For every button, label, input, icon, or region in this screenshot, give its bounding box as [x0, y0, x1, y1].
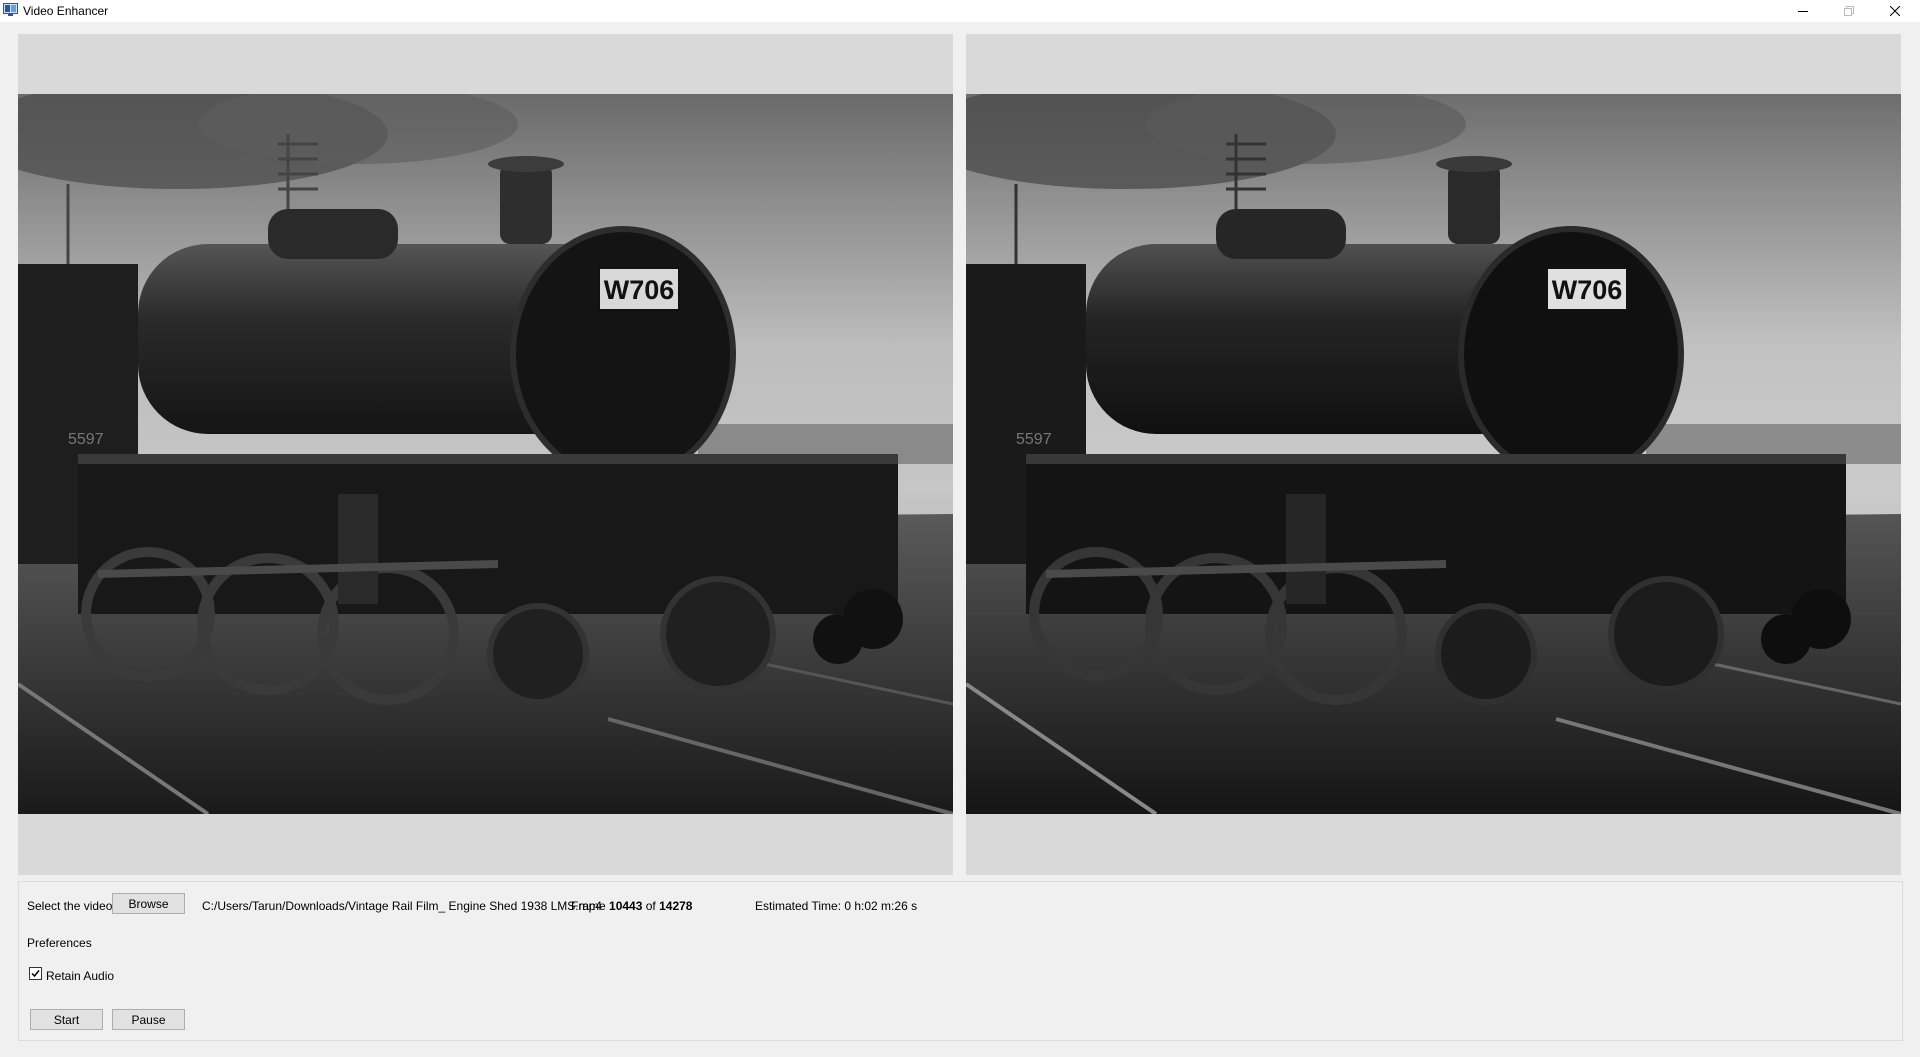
number-plate: W706 [1552, 275, 1623, 305]
app-icon [3, 3, 18, 16]
file-path: C:/Users/Tarun/Downloads/Vintage Rail Fi… [202, 899, 602, 913]
controls-panel: Select the video Browse C:/Users/Tarun/D… [18, 881, 1903, 1041]
number-plate: W706 [604, 275, 675, 305]
minimize-icon [1798, 11, 1808, 12]
original-video-panel: W706 5597 [18, 34, 953, 875]
frame-of: of [645, 899, 656, 913]
preferences-label: Preferences [27, 936, 92, 950]
window-title: Video Enhancer [23, 4, 109, 18]
frame-total: 14278 [659, 899, 693, 913]
retain-audio-checkbox[interactable] [29, 967, 42, 980]
minimize-button[interactable] [1780, 0, 1826, 22]
frame-prefix: Frame [571, 899, 606, 913]
retain-audio-label[interactable]: Retain Audio [46, 969, 114, 983]
browse-button[interactable]: Browse [112, 893, 185, 914]
start-button[interactable]: Start [30, 1009, 103, 1030]
engine-number: 5597 [1016, 431, 1052, 448]
restore-icon [1844, 6, 1854, 16]
frame-counter: Frame 10443 of 14278 [571, 899, 692, 913]
pause-button[interactable]: Pause [112, 1009, 185, 1030]
close-button[interactable] [1872, 0, 1918, 22]
estimated-time: Estimated Time: 0 h:02 m:26 s [755, 899, 918, 913]
select-video-label: Select the video [27, 899, 113, 913]
checkmark-icon [31, 970, 40, 978]
enhanced-video-frame: W706 5597 [966, 94, 1901, 814]
close-icon [1890, 6, 1900, 16]
title-bar: Video Enhancer [0, 0, 1920, 22]
engine-number: 5597 [68, 431, 104, 448]
enhanced-video-panel: W706 5597 [966, 34, 1901, 875]
original-video-frame: W706 5597 [18, 94, 953, 814]
frame-current: 10443 [609, 899, 643, 913]
restore-button[interactable] [1826, 0, 1872, 22]
